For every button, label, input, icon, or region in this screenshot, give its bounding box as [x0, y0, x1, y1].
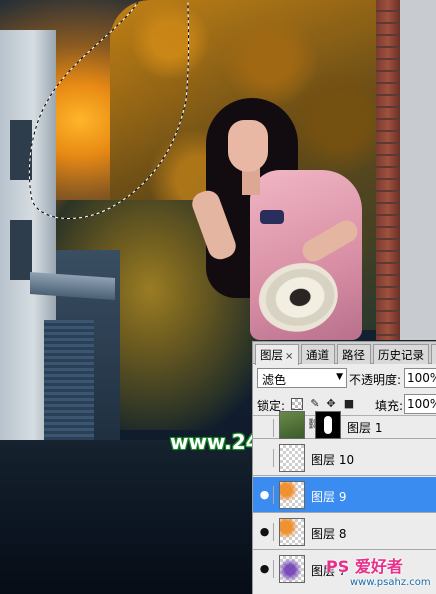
- layer-row-8[interactable]: ● 图层 8: [253, 514, 436, 550]
- building-window: [10, 220, 32, 280]
- blend-mode-select[interactable]: 滤色 ▼: [257, 368, 347, 388]
- brick-pillar: [376, 0, 400, 340]
- tab-paths[interactable]: 路径: [337, 344, 371, 364]
- close-icon[interactable]: ×: [285, 351, 293, 362]
- layer-thumbnail: [279, 518, 305, 546]
- layer-name: 图层 10: [311, 453, 355, 467]
- opacity-input[interactable]: 100%: [404, 368, 436, 388]
- navy-bow: [260, 210, 284, 224]
- eye-icon[interactable]: ●: [256, 560, 274, 578]
- layer-thumbnail: [279, 411, 305, 439]
- tab-layers[interactable]: 图层 ×: [255, 344, 299, 365]
- tab-history[interactable]: 历史记录: [373, 344, 429, 364]
- eye-icon[interactable]: ●: [256, 486, 274, 504]
- lock-icon[interactable]: ■: [343, 398, 355, 410]
- eye-icon[interactable]: ●: [256, 523, 274, 541]
- tab-adjustments[interactable]: 调: [431, 344, 436, 364]
- tab-history-label: 历史记录: [378, 348, 424, 362]
- layer-thumbnail: [279, 555, 305, 583]
- ps-logo-url: www.psahz.com: [350, 577, 431, 588]
- layer-name: 图层 1: [347, 421, 383, 435]
- woman-face: [228, 120, 268, 172]
- blend-row: 滤色 ▼ 不透明度: 100%: [253, 365, 436, 391]
- fill-label: 填充:: [375, 399, 404, 413]
- fill-input[interactable]: 100%: [404, 394, 436, 414]
- ps-logo-watermark: PS 爱好者 www.psahz.com: [320, 553, 436, 594]
- right-wall: [400, 0, 436, 340]
- layer-thumbnail: [279, 481, 305, 509]
- lock-transparent-pixels-icon[interactable]: [291, 398, 303, 410]
- tab-layers-label: 图层: [260, 348, 283, 362]
- tab-channels-label: 通道: [306, 348, 329, 362]
- chevron-down-icon: ▼: [336, 372, 343, 382]
- ps-logo-text: PS 爱好者: [326, 557, 403, 576]
- layer-name: 图层 9: [311, 490, 347, 504]
- eye-icon[interactable]: 👁: [256, 419, 274, 437]
- layer-thumbnail: [279, 444, 305, 472]
- building-window: [10, 120, 32, 180]
- layer-row-10[interactable]: 👁 图层 10: [253, 440, 436, 476]
- layer-mask-thumbnail[interactable]: [315, 411, 341, 439]
- move-icon[interactable]: ✥: [325, 398, 337, 410]
- brush-icon[interactable]: ✎: [309, 398, 321, 410]
- tab-channels[interactable]: 通道: [301, 344, 335, 364]
- blend-mode-value: 滤色: [262, 373, 287, 387]
- layer-name: 图层 8: [311, 527, 347, 541]
- layer-row-1[interactable]: 👁 ⛓ 图层 1: [253, 411, 436, 439]
- panel-tab-bar: 图层× 通道 路径 历史记录 调: [253, 342, 436, 365]
- rolling-shutter: [44, 320, 94, 450]
- layer-row-9[interactable]: ● 图层 9: [253, 477, 436, 513]
- opacity-label: 不透明度:: [349, 373, 402, 387]
- tab-paths-label: 路径: [342, 348, 365, 362]
- eye-icon[interactable]: 👁: [256, 449, 274, 467]
